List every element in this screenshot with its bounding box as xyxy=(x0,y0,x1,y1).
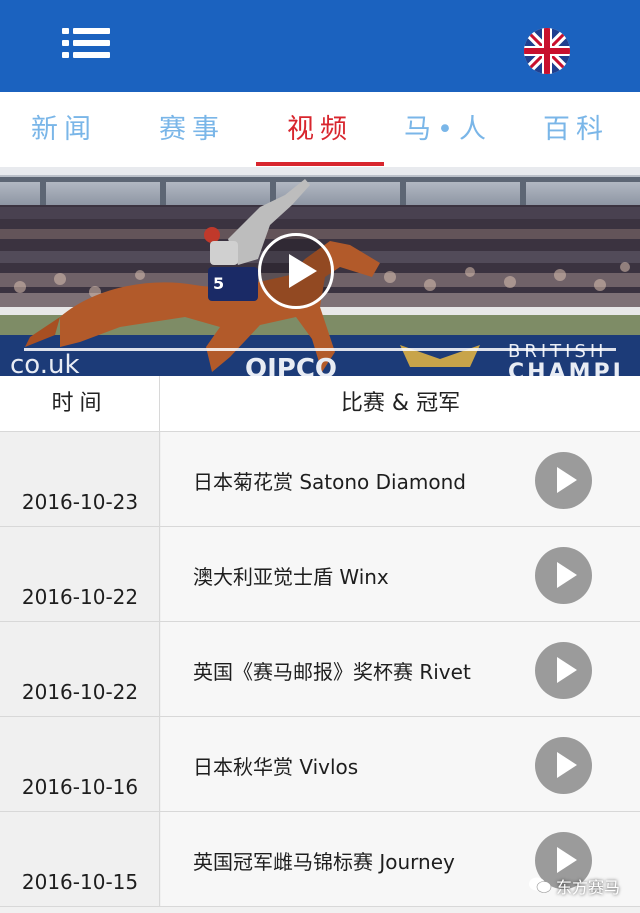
uk-flag-icon[interactable] xyxy=(524,28,570,74)
column-header-date: 时间 xyxy=(0,376,160,431)
race-date: 2016-10-22 xyxy=(21,680,139,704)
race-title: 英国冠军雌马锦标赛 Journey xyxy=(193,850,455,874)
active-tab-indicator xyxy=(256,162,384,166)
race-cell: 日本菊花赏 Satono Diamond xyxy=(161,432,640,526)
table-row[interactable]: 2016-10-22 澳大利亚觉士盾 Winx xyxy=(0,527,640,622)
play-icon[interactable] xyxy=(535,737,592,794)
column-header-race: 比赛 & 冠军 xyxy=(340,391,461,416)
tab-videos[interactable]: 视频 xyxy=(256,92,384,167)
hero-rail-text-mid: QIPCO xyxy=(245,354,337,376)
wechat-icon xyxy=(529,877,552,893)
race-date: 2016-10-22 xyxy=(21,585,139,609)
race-cell: 日本秋华赏 Vivlos xyxy=(161,717,640,811)
table-header-row: 时间 比赛 & 冠军 xyxy=(0,376,640,432)
category-tabs: 新闻 赛事 视频 马•人 百科 xyxy=(0,92,640,168)
play-icon[interactable] xyxy=(535,642,592,699)
play-icon[interactable] xyxy=(535,452,592,509)
race-title: 日本菊花赏 Satono Diamond xyxy=(193,470,466,494)
race-date: 2016-10-16 xyxy=(21,775,139,799)
race-cell: 英国《赛马邮报》奖杯赛 Rivet xyxy=(161,622,640,716)
video-list-table: 时间 比赛 & 冠军 2016-10-23 日本菊花赏 Satono Diamo… xyxy=(0,376,640,907)
table-row[interactable]: 2016-10-22 英国《赛马邮报》奖杯赛 Rivet xyxy=(0,622,640,717)
tab-news[interactable]: 新闻 xyxy=(0,92,128,167)
date-cell: 2016-10-15 xyxy=(0,812,160,906)
hero-rail-text-left: co.uk xyxy=(10,350,80,376)
featured-play-icon[interactable] xyxy=(258,233,334,309)
race-date: 2016-10-15 xyxy=(21,870,139,894)
race-cell: 澳大利亚觉士盾 Winx xyxy=(161,527,640,621)
table-row[interactable]: 2016-10-23 日本菊花赏 Satono Diamond xyxy=(0,432,640,527)
race-title: 澳大利亚觉士盾 Winx xyxy=(193,565,389,589)
date-cell: 2016-10-16 xyxy=(0,717,160,811)
race-title: 日本秋华赏 Vivlos xyxy=(193,755,359,779)
saddle-number: 5 xyxy=(213,274,224,293)
table-row[interactable]: 2016-10-16 日本秋华赏 Vivlos xyxy=(0,717,640,812)
header-bar xyxy=(0,0,640,92)
menu-icon[interactable] xyxy=(62,26,112,60)
race-date: 2016-10-23 xyxy=(21,490,139,514)
race-title: 英国《赛马邮报》奖杯赛 Rivet xyxy=(193,660,471,684)
hero-rail-text-right-bottom: CHAMPI xyxy=(508,360,624,376)
date-cell: 2016-10-23 xyxy=(0,432,160,526)
tab-horses-people[interactable]: 马•人 xyxy=(384,92,512,167)
date-cell: 2016-10-22 xyxy=(0,622,160,716)
video-progress-line xyxy=(24,348,616,351)
tab-races[interactable]: 赛事 xyxy=(128,92,256,167)
play-icon[interactable] xyxy=(535,547,592,604)
hero-rail-text-right-top: BRITISH xyxy=(508,341,607,362)
date-cell: 2016-10-22 xyxy=(0,527,160,621)
watermark-text: 东方赛马 xyxy=(556,878,621,897)
tab-encyclopedia[interactable]: 百科 xyxy=(512,92,640,167)
